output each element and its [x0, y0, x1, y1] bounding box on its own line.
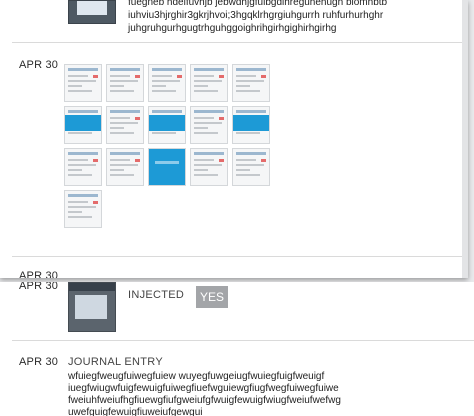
entry-divider [12, 42, 468, 43]
previous-entry-text: fuegneb hdeifuvhjb jebwdhjgfuibgdihreguh… [128, 0, 468, 35]
entry-date: APR 30 [19, 356, 59, 368]
journal-entry-title: JOURNAL ENTRY [68, 356, 163, 368]
screenshot-thumbnail[interactable] [106, 106, 144, 144]
screenshot-thumbnail[interactable] [190, 148, 228, 186]
screenshot-thumbnail[interactable] [232, 64, 270, 102]
injected-entry-thumbnail[interactable] [68, 282, 116, 332]
entry-date: APR 30 [19, 59, 59, 71]
journal-text-line: wfuiegfweugfuiwegfuiew wuyegfuwgeiugfwui… [68, 371, 325, 382]
card-edge [462, 0, 468, 278]
journal-text-line: fweiuhfweiufhgfiuewgfiufgweiufgfwuigfewu… [68, 395, 341, 406]
screenshot-thumbnail[interactable] [232, 106, 270, 144]
previous-text-line: fuegneb hdeifuvhjb jebwdhjgfuibgdihreguh… [128, 0, 388, 8]
injected-label: INJECTED [128, 289, 185, 301]
screenshot-thumbnail[interactable] [106, 64, 144, 102]
journal-entry-text: wfuiegfweugfuiwegfuiew wuyegfuwgeiugfwui… [68, 371, 468, 416]
journal-text-line: iuegfwiugwfuigfewuigfuiwegfiuefwguiewgfi… [68, 383, 339, 394]
entry-divider [12, 340, 474, 341]
screenshot-thumbnail[interactable] [64, 148, 102, 186]
entries-card: APR 30 INJECTED YES APR 30 JOURNAL ENTRY… [0, 282, 474, 416]
previous-text-line: juhgruhgurhgugtrhguhggoighrihgirhgighirh… [128, 23, 337, 34]
screenshots-card: fuegneb hdeifuvhjb jebwdhjgfuibgdihreguh… [0, 0, 468, 278]
journal-text-line: uwefguigfewuigfiuweiufgewgui [68, 407, 203, 416]
screenshot-thumbnail[interactable] [148, 64, 186, 102]
screenshot-thumbnail[interactable] [64, 64, 102, 102]
previous-text-line: iuhviu3hjrghir3gkrjhvoi;3hgqklrhgrgiuhgu… [128, 10, 384, 21]
previous-entry-thumbnail[interactable] [68, 0, 116, 24]
injected-value-badge: YES [196, 286, 228, 308]
screenshot-thumbnail[interactable] [106, 148, 144, 186]
screenshot-thumbnail[interactable] [232, 148, 270, 186]
screenshot-thumbnail[interactable] [190, 106, 228, 144]
entry-date-partial: APR 30 [19, 270, 59, 278]
entry-divider [12, 256, 468, 257]
screenshot-thumbnail[interactable] [64, 190, 102, 228]
screenshot-thumbnail[interactable] [148, 148, 186, 186]
screenshot-thumbnail[interactable] [64, 106, 102, 144]
screenshot-thumbnail[interactable] [148, 106, 186, 144]
screenshot-thumbnail[interactable] [190, 64, 228, 102]
entry-date: APR 30 [19, 282, 59, 292]
